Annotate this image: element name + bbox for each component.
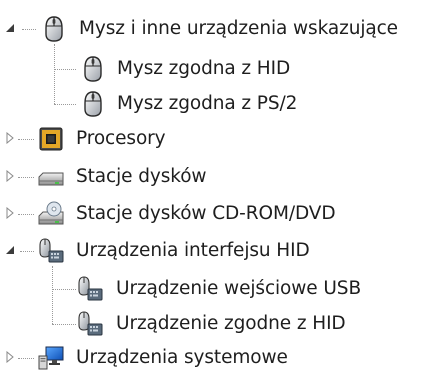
tree-node-ps2-mouse[interactable]: Mysz zgodna z PS/2: [0, 87, 442, 121]
system-device-icon: [38, 346, 64, 370]
tree-connector: [18, 358, 34, 359]
tree-node-disk-drives[interactable]: Stacje dysków: [0, 160, 442, 194]
tree-connector: [18, 139, 34, 140]
tree-node-label: Urządzenie zgodne z HID: [116, 313, 346, 334]
processor-icon: [39, 127, 63, 151]
tree-node-dvd-drives[interactable]: Stacje dysków CD-ROM/DVD: [0, 197, 442, 231]
expanded-arrow-icon[interactable]: [4, 244, 16, 256]
tree-node-label: Urządzenia interfejsu HID: [76, 240, 310, 261]
tree-node-label: Stacje dysków CD-ROM/DVD: [76, 203, 336, 224]
tree-node-system-devices[interactable]: Urządzenia systemowe: [0, 341, 442, 375]
mouse-icon: [45, 16, 63, 42]
tree-connector: [52, 324, 76, 325]
expanded-arrow-icon[interactable]: [4, 22, 16, 34]
tree-node-label: Stacje dysków: [76, 166, 207, 187]
hid-device-icon: [78, 311, 103, 336]
tree-node-label: Urządzenia systemowe: [76, 347, 288, 368]
tree-node-hid-compliant-device[interactable]: Urządzenie zgodne z HID: [0, 307, 442, 341]
tree-connector: [52, 289, 76, 290]
tree-connector: [20, 251, 34, 252]
tree-connector: [18, 177, 34, 178]
tree-node-label: Procesory: [76, 128, 166, 149]
collapsed-arrow-icon[interactable]: [4, 170, 16, 182]
device-tree: Mysz i inne urządzenia wskazujące Mysz z…: [0, 0, 442, 370]
mouse-icon: [84, 56, 102, 82]
mouse-icon: [84, 91, 102, 117]
tree-connector: [22, 29, 36, 30]
tree-node-label: Mysz zgodna z HID: [117, 58, 291, 79]
tree-node-hid-devices[interactable]: Urządzenia interfejsu HID: [0, 234, 442, 268]
tree-node-label: Mysz zgodna z PS/2: [117, 93, 298, 114]
hid-device-icon: [78, 276, 103, 301]
tree-connector: [18, 214, 34, 215]
tree-node-label: Mysz i inne urządzenia wskazujące: [79, 18, 398, 39]
hid-device-icon: [39, 238, 64, 263]
collapsed-arrow-icon[interactable]: [4, 132, 16, 144]
dvd-drive-icon: [38, 201, 64, 225]
tree-node-mice[interactable]: Mysz i inne urządzenia wskazujące: [0, 12, 442, 46]
collapsed-arrow-icon[interactable]: [4, 207, 16, 219]
tree-connector: [54, 104, 76, 105]
tree-node-processors[interactable]: Procesory: [0, 122, 442, 156]
tree-node-label: Urządzenie wejściowe USB: [116, 278, 362, 299]
collapsed-arrow-icon[interactable]: [4, 351, 16, 363]
tree-node-usb-input-device[interactable]: Urządzenie wejściowe USB: [0, 272, 442, 306]
disk-drive-icon: [38, 172, 64, 186]
tree-node-hid-mouse[interactable]: Mysz zgodna z HID: [0, 52, 442, 86]
tree-connector: [54, 69, 76, 70]
